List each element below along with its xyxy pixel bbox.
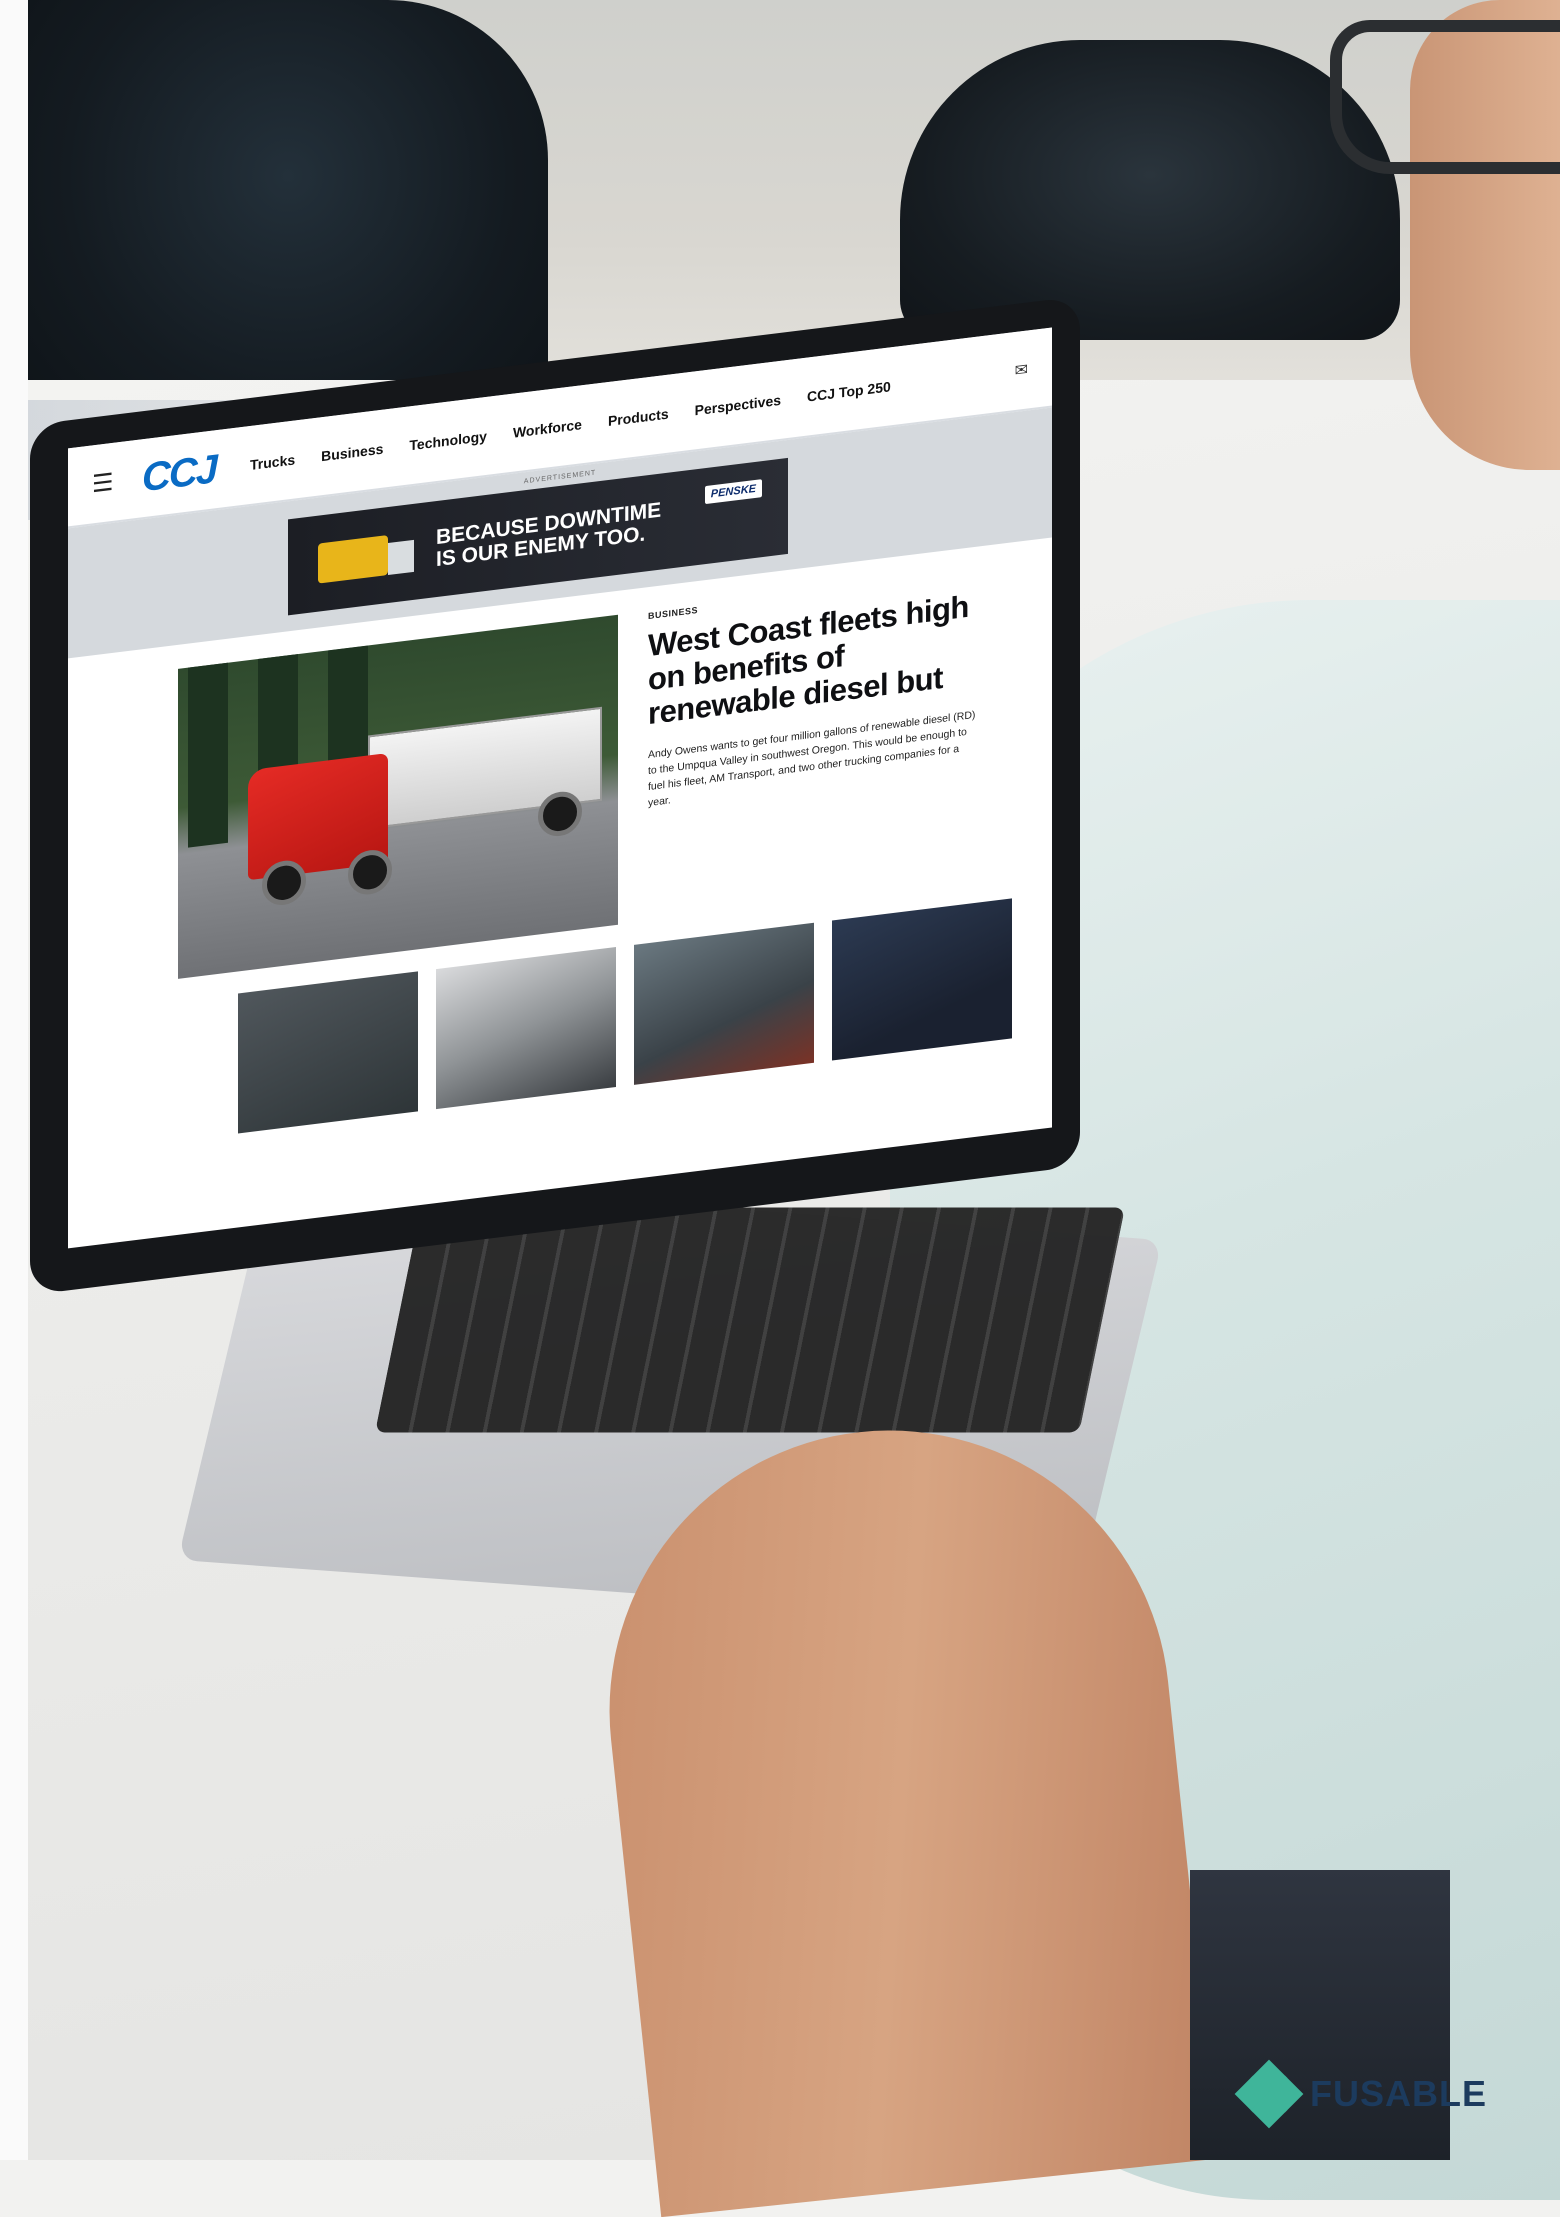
left-margin-strip [0, 0, 28, 2160]
nav-item-trucks[interactable]: Trucks [250, 451, 295, 473]
fusable-wordmark: FUSABLE [1310, 2073, 1487, 2114]
laptop: ☰ CCJ Trucks Business Technology Workfor… [30, 294, 1100, 1365]
laptop-bezel: ☰ CCJ Trucks Business Technology Workfor… [30, 296, 1080, 1296]
thumbnail-warehouse-aerial[interactable] [238, 971, 418, 1134]
nav-item-perspectives[interactable]: Perspectives [695, 392, 781, 419]
fusable-watermark: FUSABLE [1234, 2059, 1487, 2129]
nav-item-products[interactable]: Products [608, 406, 669, 429]
ad-text: BECAUSE DOWNTIME IS OUR ENEMY TOO. [436, 499, 661, 572]
hamburger-icon[interactable]: ☰ [92, 466, 122, 499]
hero-image-red-truck[interactable] [178, 614, 618, 979]
mail-icon[interactable]: ✉ [1015, 359, 1028, 381]
nav-item-workforce[interactable]: Workforce [513, 416, 582, 440]
ad-truck-image [318, 535, 388, 584]
fusable-logo-icon [1234, 2059, 1304, 2129]
nav-item-technology[interactable]: Technology [409, 428, 487, 454]
office-chair-right [900, 40, 1400, 340]
thumbnail-driver-cab[interactable] [634, 922, 814, 1085]
site-logo[interactable]: CCJ [142, 447, 216, 501]
ad-brand-logo: PENSKE [704, 479, 762, 505]
nav-item-ccj-top-250[interactable]: CCJ Top 250 [807, 378, 891, 404]
article-summary: BUSINESS West Coast fleets high on benef… [648, 571, 978, 922]
nav-item-business[interactable]: Business [321, 441, 383, 465]
thumbnail-trailer-dock[interactable] [436, 947, 616, 1110]
tree-silhouette [188, 652, 228, 848]
person-glasses [1330, 20, 1560, 174]
thumbnail-driver-tablet[interactable] [832, 898, 1012, 1061]
laptop-screen: ☰ CCJ Trucks Business Technology Workfor… [68, 327, 1052, 1249]
